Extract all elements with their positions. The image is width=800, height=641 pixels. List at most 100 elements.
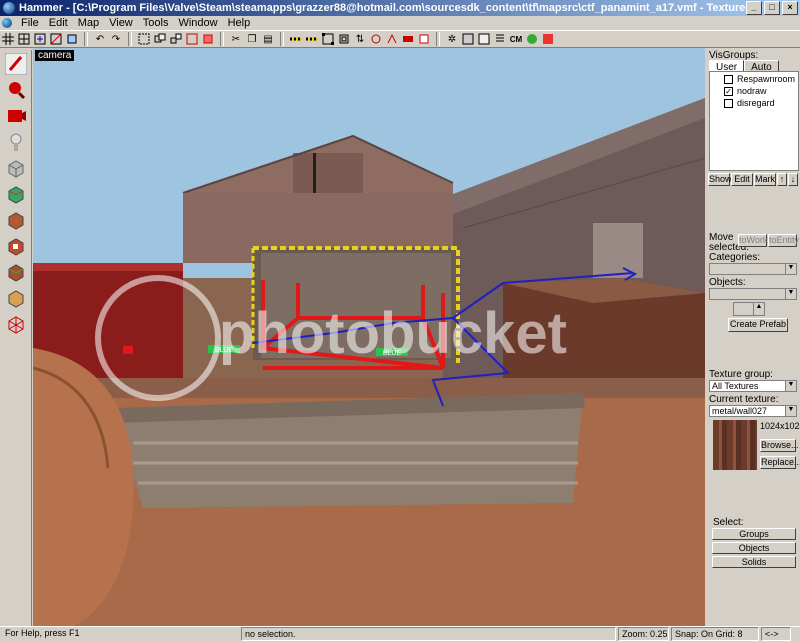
move-up-button[interactable]: ↑ — [777, 173, 787, 186]
maximize-button[interactable]: □ — [764, 1, 780, 15]
entity-tool-icon[interactable] — [3, 131, 29, 153]
3d-grid-icon[interactable] — [49, 32, 63, 46]
undo-icon[interactable]: ↶ — [93, 32, 107, 46]
minimize-button[interactable]: _ — [746, 1, 762, 15]
copy-icon[interactable]: ❐ — [245, 32, 259, 46]
menu-window[interactable]: Window — [173, 17, 222, 29]
overlay-tool-icon[interactable] — [3, 261, 29, 283]
menu-view[interactable]: View — [104, 17, 138, 29]
menu-edit[interactable]: Edit — [44, 17, 73, 29]
list-item[interactable]: disregard — [724, 98, 798, 108]
texture-tool-icon[interactable] — [3, 183, 29, 205]
texture-scale-lock-icon[interactable] — [305, 32, 319, 46]
tool-c-icon[interactable] — [385, 32, 399, 46]
cordon-icon[interactable]: CM — [509, 32, 523, 46]
grid-snap-icon[interactable] — [65, 32, 79, 46]
chevron-down-icon: ▼ — [785, 381, 796, 391]
show-all-icon[interactable] — [201, 32, 215, 46]
tool-d-icon[interactable] — [401, 32, 415, 46]
texture-group-select[interactable]: All Textures ▼ — [709, 380, 797, 392]
grid-icon[interactable] — [1, 32, 15, 46]
mark-button[interactable]: Mark — [754, 173, 776, 186]
edit-button[interactable]: Edit — [731, 173, 753, 186]
visgroup-label: nodraw — [737, 86, 767, 96]
document-icon[interactable] — [2, 18, 12, 28]
visgroup-checkbox[interactable]: ✓ — [724, 86, 733, 96]
visgroup-label: disregard — [737, 98, 775, 108]
paste-icon[interactable]: ▤ — [261, 32, 275, 46]
tool-sidebar — [0, 50, 32, 626]
hide-selection-icon[interactable] — [185, 32, 199, 46]
move-down-button[interactable]: ↓ — [788, 173, 798, 186]
count-stepper[interactable]: ▲ — [733, 302, 765, 316]
status-extra: <-> — [761, 627, 791, 641]
chevron-down-icon: ▼ — [785, 406, 796, 416]
list-item[interactable]: Respawnroom — [724, 74, 798, 84]
redo-icon[interactable]: ↷ — [109, 32, 123, 46]
tool-a-icon[interactable]: ⇅ — [353, 32, 367, 46]
run-map-icon[interactable]: ✲ — [445, 32, 459, 46]
select-solids-button[interactable]: Solids — [712, 556, 796, 568]
photobucket-watermark: photobucket — [219, 301, 567, 366]
smaller-grid-icon[interactable] — [17, 32, 31, 46]
vertex-tool-icon[interactable] — [3, 313, 29, 335]
close-button[interactable]: × — [782, 1, 798, 15]
viewport-label[interactable]: camera — [35, 50, 75, 61]
menu-file[interactable]: File — [16, 17, 44, 29]
camera-tool-icon[interactable] — [3, 105, 29, 127]
replace-button[interactable]: Replace... — [760, 456, 800, 469]
show-button[interactable]: Show — [708, 173, 732, 186]
entity-report-icon[interactable] — [461, 32, 475, 46]
status-bar: For Help, press F1 no selection. Zoom: 0… — [0, 626, 800, 641]
check-problems-icon[interactable] — [477, 32, 491, 46]
apply-texture-icon[interactable] — [3, 209, 29, 231]
browse-button[interactable]: Browse... — [760, 439, 799, 452]
larger-grid-icon[interactable] — [33, 32, 47, 46]
menu-tools[interactable]: Tools — [138, 17, 174, 29]
to-entity-button[interactable]: toEntity — [768, 234, 799, 247]
toolbar-separator — [84, 32, 88, 46]
camera-viewport[interactable]: BLUE BLUE photobucket camera — [33, 48, 705, 626]
to-world-button[interactable]: toWorld — [738, 234, 770, 247]
run-game-icon[interactable] — [541, 32, 555, 46]
tool-b-icon[interactable] — [369, 32, 383, 46]
visgroups-list[interactable]: Respawnroom ✓ nodraw disregard — [709, 71, 799, 171]
list-item[interactable]: ✓ nodraw — [724, 86, 798, 96]
status-zoom: Zoom: 0.25 — [618, 627, 669, 641]
status-help: For Help, press F1 — [5, 628, 80, 638]
select-objects-button[interactable]: Objects — [712, 542, 796, 554]
toolbar-separator — [436, 32, 440, 46]
texture-application-icon[interactable] — [525, 32, 539, 46]
objects-select[interactable]: ▼ — [709, 288, 797, 300]
toolbar-separator — [220, 32, 224, 46]
texture-lock-icon[interactable] — [289, 32, 303, 46]
visgroup-checkbox[interactable] — [724, 74, 733, 84]
magnify-tool-icon[interactable] — [3, 79, 29, 101]
menu-help[interactable]: Help — [223, 17, 256, 29]
clip-tool-icon[interactable] — [3, 287, 29, 309]
create-prefab-button[interactable]: Create Prefab — [728, 318, 788, 332]
group-icon[interactable] — [153, 32, 167, 46]
stepper-arrows-icon[interactable]: ▲ — [753, 303, 764, 315]
select-handles-icon[interactable] — [321, 32, 335, 46]
map-info-icon[interactable] — [493, 32, 507, 46]
visgroup-checkbox[interactable] — [724, 98, 733, 108]
objects-label: Objects: — [709, 277, 746, 288]
decal-tool-icon[interactable] — [3, 235, 29, 257]
current-texture-select[interactable]: metal/wall027 ▼ — [709, 405, 797, 417]
ungroup-icon[interactable] — [169, 32, 183, 46]
texture-size: 1024x1024 — [760, 421, 800, 431]
move-selected-label: Move selected: — [709, 232, 750, 253]
block-tool-icon[interactable] — [3, 157, 29, 179]
selection-tool-icon[interactable] — [3, 53, 29, 75]
carve-icon[interactable] — [137, 32, 151, 46]
cut-icon[interactable]: ✂ — [229, 32, 243, 46]
select-groups-button[interactable]: Groups — [712, 528, 796, 540]
current-texture-label: Current texture: — [709, 394, 779, 405]
categories-select[interactable]: ▼ — [709, 263, 797, 275]
menu-map[interactable]: Map — [73, 17, 104, 29]
hammer-app-icon[interactable] — [3, 2, 15, 14]
tool-e-icon[interactable] — [417, 32, 431, 46]
texture-preview[interactable] — [713, 420, 757, 470]
hollow-icon[interactable] — [337, 32, 351, 46]
